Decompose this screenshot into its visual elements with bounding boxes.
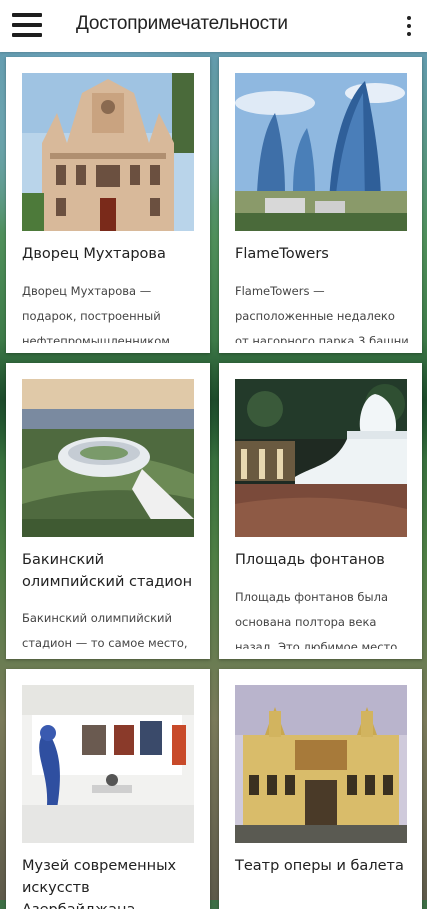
card-title: Площадь фонтанов (235, 552, 385, 568)
card-title: Дворец Мухтарова (22, 246, 166, 262)
card-olympic-stadium[interactable]: Бакинский олимпийский стадион Бакинский … (6, 363, 210, 659)
more-vertical-icon[interactable] (405, 14, 413, 38)
card-image (22, 685, 194, 843)
card-description: FlameTowers — расположенные недалеко от … (235, 284, 409, 343)
card-description: Бакинский олимпийский стадион — то самое… (22, 611, 188, 650)
card-title: Музей современных искусств Азербайджана (22, 858, 177, 909)
card-image (22, 379, 194, 537)
card-modern-art-museum[interactable]: Музей современных искусств Азербайджана (6, 669, 210, 909)
card-title: Театр оперы и балета (235, 858, 404, 874)
card-description: Дворец Мухтарова — подарок, построенный … (22, 284, 170, 343)
card-title: Бакинский олимпийский стадион (22, 552, 193, 590)
card-flame-towers[interactable]: FlameTowers FlameTowers — расположенные … (219, 57, 422, 353)
card-opera-ballet-theatre[interactable]: Театр оперы и балета (219, 669, 422, 909)
app-bar: Достопримечательности (0, 0, 427, 52)
card-mukhtarov-palace[interactable]: Дворец Мухтарова Дворец Мухтарова — пода… (6, 57, 210, 353)
card-fountain-square[interactable]: Площадь фонтанов Площадь фонтанов была о… (219, 363, 422, 659)
hamburger-menu-icon[interactable] (12, 12, 42, 38)
card-title: FlameTowers (235, 246, 329, 262)
card-image (235, 379, 407, 537)
page-title: Достопримечательности (76, 13, 288, 34)
card-image (22, 73, 194, 231)
card-description: Площадь фонтанов была основана полтора в… (235, 590, 398, 649)
card-image (235, 685, 407, 843)
card-image (235, 73, 407, 231)
